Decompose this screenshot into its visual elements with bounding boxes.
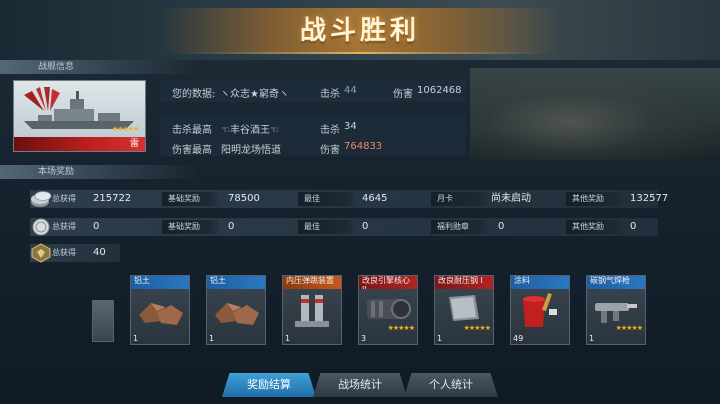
item-name: 铝土 [207,276,265,289]
platinum-base-value: 0 [228,221,235,232]
tab-reward-settlement[interactable]: 奖励结算 [222,373,316,397]
section-ship-info: 战舰信息 [0,60,200,74]
silver-best-label: 最佳 [298,192,358,206]
platinum-other-label: 其他奖励 [566,220,626,234]
section-rewards: 本场奖励 [0,165,200,179]
item-count: 1 [589,334,595,343]
item-bauxite-2[interactable]: 铝土 1 [206,275,266,345]
tab-battlefield-stats[interactable]: 战场统计 [313,373,407,397]
player-damage-label: 伤害 [393,89,413,100]
platinum-base-label: 基础奖励 [162,220,222,234]
silver-best-value: 4645 [362,193,388,204]
damage-best-name: 阳明龙场悟道 [221,145,281,156]
kill-best-kills-value: 34 [344,121,357,132]
player-damage-value: 1062468 [417,85,462,96]
platinum-coin-icon [32,218,50,236]
platinum-welfare-label: 福利勋章 [431,220,491,234]
item-count: 49 [513,334,524,343]
platinum-total-value: 0 [93,221,100,232]
tab-personal-stats[interactable]: 个人统计 [404,373,498,397]
item-count: 1 [133,334,139,343]
ship-card[interactable]: ★★★★★ 雷 [13,80,146,152]
ship-name: 雷 [14,137,145,151]
item-stars: ★★★★★ [387,324,415,332]
item-spring-device[interactable]: 内压弹跳装置 1 [282,275,342,345]
page-title: 战斗胜利 [299,16,420,46]
item-count: 1 [285,334,291,343]
silver-coins-icon [31,191,52,207]
item-engine-core[interactable]: 改良引擎核心 II ★★★★★ 3 [358,275,418,345]
scroll-left-item[interactable] [92,300,114,342]
item-stars: ★★★★★ [615,324,643,332]
platinum-welfare-value: 0 [498,221,505,232]
item-name: 碳钢气焊枪 [587,276,645,289]
ship-rarity-stars: ★★★★★ [112,125,139,133]
medal-total-value: 40 [93,247,106,258]
kill-best-name: ☜丰谷酒王☜ [221,125,279,136]
silver-total-label: 总获得 [52,194,76,203]
item-count: 3 [361,334,367,343]
paint-bucket-icon [523,292,557,327]
damage-best-damage-value: 764833 [344,141,383,152]
item-name: 改良耐压钢 I [435,276,493,289]
player-kills-value: 44 [344,85,357,96]
item-stars: ★★★★★ [463,324,491,332]
platinum-total-label: 总获得 [52,222,76,231]
player-name: ヽ众志★窮奇ヽ [220,89,289,100]
bauxite-ore-icon [215,303,259,325]
medal-badge-icon [31,243,51,263]
item-name: 内压弹跳装置 [283,276,341,289]
silver-monthly-value: 尚未启动 [491,193,531,204]
item-paint[interactable]: 涂料 49 [510,275,570,345]
bauxite-ore-icon [139,303,183,325]
item-steel-plate[interactable]: 改良耐压钢 I ★★★★★ 1 [434,275,494,345]
item-bauxite-1[interactable]: 铝土 1 [130,275,190,345]
item-welding-torch[interactable]: 碳钢气焊枪 ★★★★★ 1 [586,275,646,345]
medal-total-label: 总获得 [52,248,76,257]
kill-best-kills-label: 击杀 [320,125,340,136]
platinum-best-value: 0 [362,221,369,232]
silver-monthly-label: 月卡 [431,192,491,206]
battle-scene-background [470,68,720,160]
damage-best-damage-label: 伤害 [320,145,340,156]
player-kills-label: 击杀 [320,89,340,100]
kill-best-label: 击杀最高 [172,125,212,136]
silver-other-value: 132577 [630,193,669,204]
silver-base-value: 78500 [228,193,260,204]
player-data-label: 您的数据: [172,89,216,100]
item-name: 改良引擎核心 II [359,276,417,289]
item-name: 铝土 [131,276,189,289]
item-count: 1 [209,334,215,343]
item-name: 涂料 [511,276,569,289]
damage-best-label: 伤害最高 [172,145,212,156]
title-divider [170,52,550,54]
silver-total-value: 215722 [93,193,132,204]
platinum-best-label: 最佳 [298,220,358,234]
item-count: 1 [437,334,443,343]
platinum-other-value: 0 [630,221,637,232]
silver-base-label: 基础奖励 [162,192,222,206]
spring-device-icon [295,295,329,327]
silver-other-label: 其他奖励 [566,192,626,206]
